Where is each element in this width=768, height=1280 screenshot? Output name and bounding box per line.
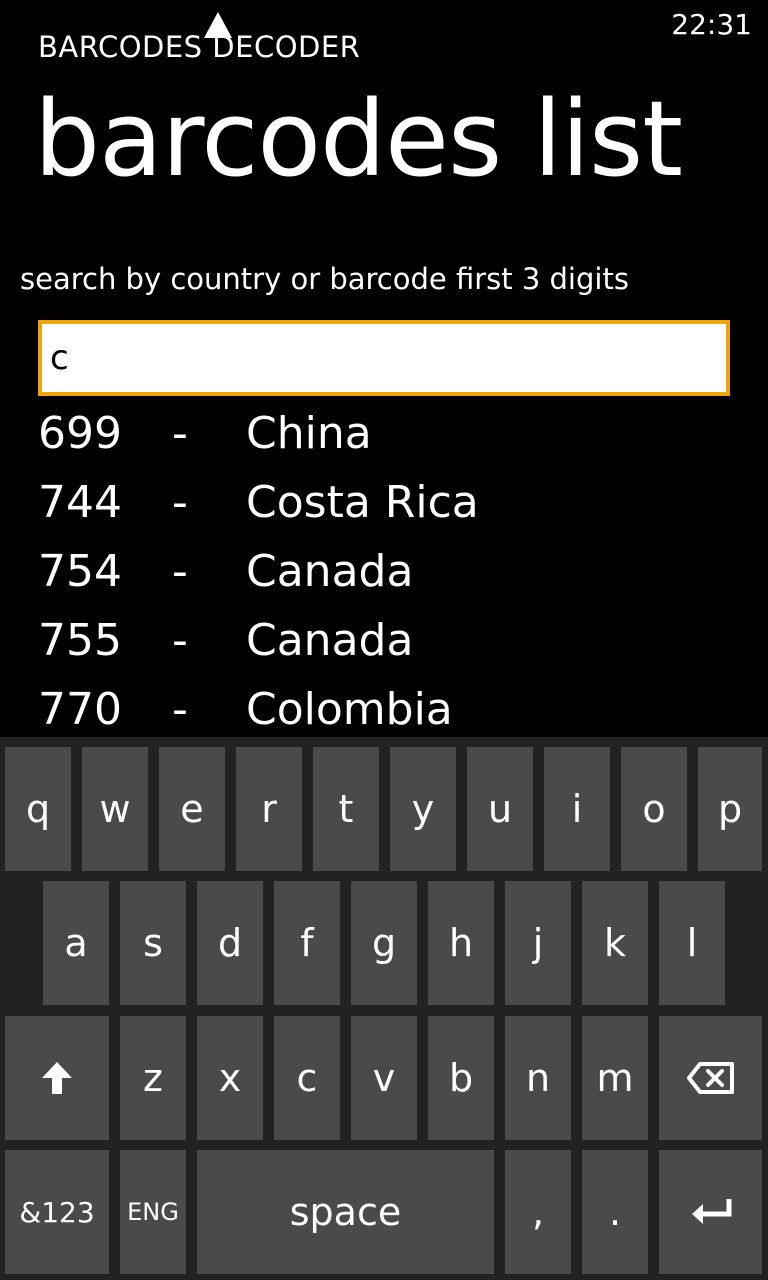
search-input[interactable] [42,324,726,392]
barcode-prefix: 770 [38,684,122,735]
separator: - [172,615,188,666]
list-item[interactable]: 744 - Costa Rica [0,469,768,538]
key-u[interactable]: u [467,747,533,871]
key-n[interactable]: n [505,1016,571,1140]
country-name: Colombia [246,684,453,735]
search-field-box[interactable] [38,320,730,396]
language-key[interactable]: ENG [120,1150,186,1274]
key-r[interactable]: r [236,747,302,871]
country-name: China [246,408,372,459]
country-name: Costa Rica [246,477,479,528]
key-j[interactable]: j [505,881,571,1005]
on-screen-keyboard: q w e r t y u i o p a s d f g h j k l z … [0,737,768,1280]
separator: - [172,684,188,735]
barcode-prefix: 699 [38,408,122,459]
country-name: Canada [246,546,414,597]
page-title: barcodes list [34,78,683,200]
key-i[interactable]: i [544,747,610,871]
space-key[interactable]: space [197,1150,494,1274]
period-key[interactable]: . [582,1150,648,1274]
key-l[interactable]: l [659,881,725,1005]
key-y[interactable]: y [390,747,456,871]
key-g[interactable]: g [351,881,417,1005]
barcode-prefix: 744 [38,477,122,528]
barcode-prefix: 755 [38,615,122,666]
key-e[interactable]: e [159,747,225,871]
key-z[interactable]: z [120,1016,186,1140]
search-label: search by country or barcode first 3 dig… [20,262,629,296]
key-c[interactable]: c [274,1016,340,1140]
key-s[interactable]: s [120,881,186,1005]
key-v[interactable]: v [351,1016,417,1140]
enter-key[interactable] [659,1150,762,1274]
key-a[interactable]: a [43,881,109,1005]
key-k[interactable]: k [582,881,648,1005]
status-time: 22:31 [671,8,752,41]
separator: - [172,408,188,459]
list-item[interactable]: 755 - Canada [0,607,768,676]
key-p[interactable]: p [698,747,762,871]
backspace-key[interactable] [659,1016,762,1140]
key-w[interactable]: w [82,747,148,871]
key-d[interactable]: d [197,881,263,1005]
key-q[interactable]: q [5,747,71,871]
list-item[interactable]: 754 - Canada [0,538,768,607]
comma-key[interactable]: , [505,1150,571,1274]
list-item[interactable]: 699 - China [0,400,768,469]
symbols-key[interactable]: &123 [5,1150,109,1274]
backspace-icon [686,1062,734,1094]
barcode-prefix: 754 [38,546,122,597]
shift-key[interactable] [5,1016,109,1140]
separator: - [172,477,188,528]
enter-icon [691,1199,731,1224]
key-x[interactable]: x [197,1016,263,1140]
key-m[interactable]: m [582,1016,648,1140]
country-name: Canada [246,615,414,666]
key-f[interactable]: f [274,881,340,1005]
up-arrow-icon [42,1062,72,1094]
key-b[interactable]: b [428,1016,494,1140]
key-h[interactable]: h [428,881,494,1005]
app-title: BARCODES DECODER [38,30,361,64]
key-t[interactable]: t [313,747,379,871]
separator: - [172,546,188,597]
list-item[interactable]: 770 - Colombia [0,676,768,745]
key-o[interactable]: o [621,747,687,871]
result-list: 699 - China 744 - Costa Rica 754 - Canad… [0,400,768,745]
